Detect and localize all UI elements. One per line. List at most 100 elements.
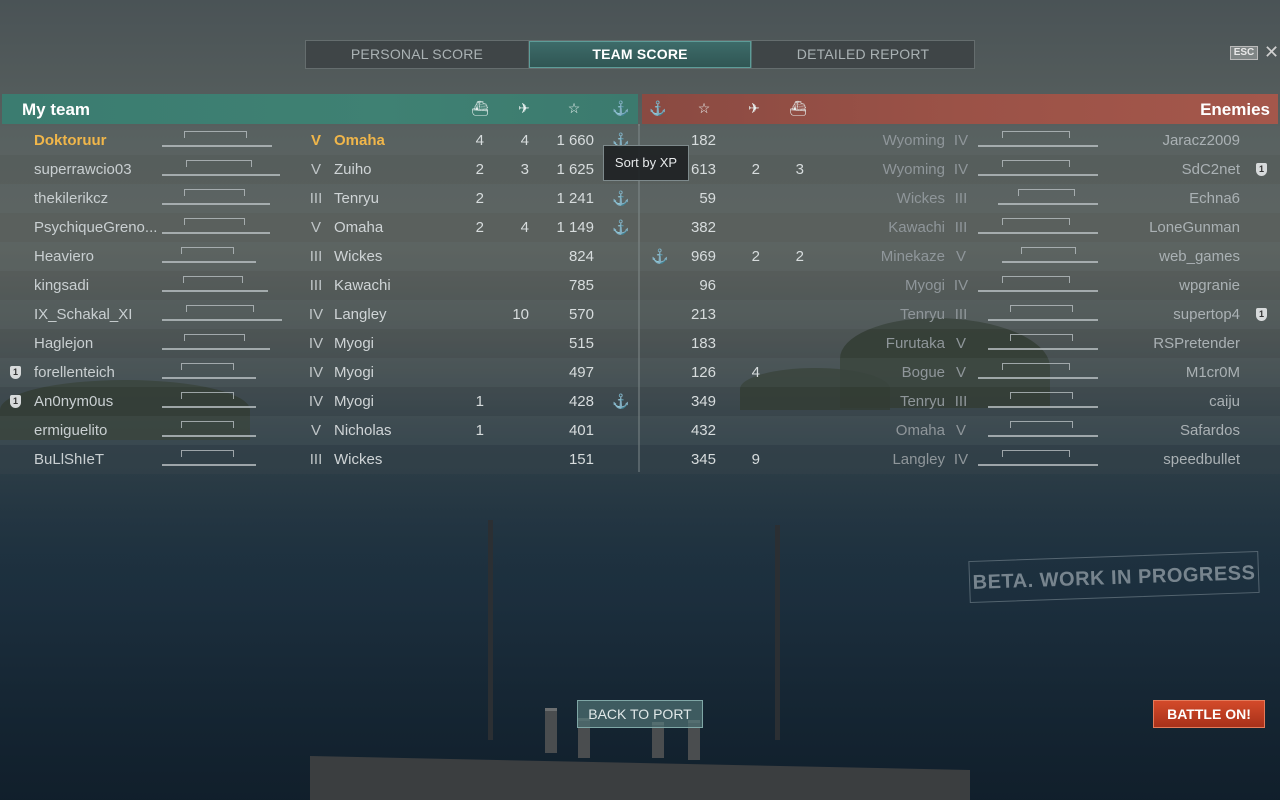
player-name: forellenteich xyxy=(34,364,115,381)
ship-silhouette-icon xyxy=(162,160,280,176)
sea-background xyxy=(0,470,1280,800)
ship-silhouette-icon xyxy=(978,218,1098,234)
player-name: caiju xyxy=(1209,393,1240,410)
xp-value: 96 xyxy=(699,277,716,294)
ship-tier: V xyxy=(310,161,321,178)
ship-silhouette-icon xyxy=(162,363,256,379)
ship-name: Tenryu xyxy=(899,393,945,410)
planes-destroyed-icon[interactable]: ✈ xyxy=(512,100,536,117)
back-to-port-button[interactable]: BACK TO PORT xyxy=(577,700,703,728)
ship-tier: III xyxy=(954,190,968,207)
xp-value: 1 625 xyxy=(556,161,594,178)
ship-name: Wyoming xyxy=(882,161,945,178)
table-row[interactable]: PsychiqueGreno... V Omaha 2 4 1 149 ⚓ 382 Kawach… xyxy=(0,213,1280,242)
ship-tier: IV xyxy=(308,364,324,381)
ship-name: Myogi xyxy=(904,277,945,294)
planes-destroyed-value: 10 xyxy=(512,306,529,323)
ship-name: Wickes xyxy=(896,190,945,207)
ship-tier: III xyxy=(954,393,968,410)
score-tabs: PERSONAL SCORE TEAM SCORE DETAILED REPOR… xyxy=(305,40,975,69)
ship-name: Tenryu xyxy=(334,190,380,207)
ship-name: Bogue xyxy=(901,364,945,381)
xp-value: 824 xyxy=(568,248,594,265)
table-row[interactable]: kingsadi III Kawachi 785 96 Myogi IV wpgranie xyxy=(0,271,1280,300)
planes-destroyed-icon[interactable]: ✈ xyxy=(742,100,766,117)
anchor-icon[interactable]: ⚓ xyxy=(646,100,670,117)
xp-value: 126 xyxy=(690,364,716,381)
anchor-icon[interactable]: ⚓ xyxy=(609,100,633,117)
tab-personal-score[interactable]: PERSONAL SCORE xyxy=(306,41,529,68)
ship-name: Zuiho xyxy=(334,161,372,178)
table-row[interactable]: BuLlShIeT III Wickes 151 345 9 Langley IV speedb… xyxy=(0,445,1280,474)
xp-value: 59 xyxy=(699,190,716,207)
player-name: LoneGunman xyxy=(1149,219,1240,236)
planes-destroyed-value: 4 xyxy=(751,364,760,381)
tab-team-score[interactable]: TEAM SCORE xyxy=(529,41,752,68)
table-row[interactable]: Haglejon IV Myogi 515 183 Furutaka V RSPretende… xyxy=(0,329,1280,358)
player-name: speedbullet xyxy=(1163,451,1240,468)
xp-star-icon[interactable]: ☆ xyxy=(562,100,586,117)
ship-silhouette-icon xyxy=(162,305,282,321)
ship-silhouette-icon xyxy=(162,276,268,292)
xp-value: 345 xyxy=(690,451,716,468)
ship-tier: V xyxy=(955,364,966,381)
table-row[interactable]: IX_Schakal_XI IV Langley 10 570 213 Tenryu III s… xyxy=(0,300,1280,329)
division-badge-icon: 1 xyxy=(10,366,21,379)
ship-name: Myogi xyxy=(334,393,375,410)
xp-star-icon[interactable]: ☆ xyxy=(692,100,716,117)
xp-value: 428 xyxy=(568,393,594,410)
ship-silhouette-icon xyxy=(978,276,1098,292)
beta-watermark: BETA. WORK IN PROGRESS xyxy=(968,550,1260,604)
ship-mast-right xyxy=(775,525,780,740)
ships-destroyed-icon[interactable]: ⛴ xyxy=(786,100,810,117)
division-badge-icon: 1 xyxy=(1256,308,1267,321)
ship-name: Nicholas xyxy=(334,422,392,439)
xp-value: 1 660 xyxy=(556,132,594,149)
anchor-icon: ⚓ xyxy=(651,248,669,264)
table-row[interactable]: Heaviero III Wickes 824 ⚓ 969 2 2 Minekaze Vweb_g… xyxy=(0,242,1280,271)
player-name: ermiguelito xyxy=(34,422,108,439)
ship-tier: IV xyxy=(308,306,324,323)
anchor-icon: ⚓ xyxy=(612,219,630,235)
table-row[interactable]: ermiguelito V Nicholas 1 401 432 Omaha V Safardo… xyxy=(0,416,1280,445)
ship-name: Wickes xyxy=(334,451,383,468)
tab-detailed-report[interactable]: DETAILED REPORT xyxy=(752,41,974,68)
ship-tier: IV xyxy=(953,161,969,178)
ship-tier: IV xyxy=(308,335,324,352)
player-name: kingsadi xyxy=(34,277,90,294)
planes-destroyed-value: 4 xyxy=(520,219,529,236)
xp-value: 497 xyxy=(568,364,594,381)
table-row[interactable]: thekilerikcz III Tenryu 2 1 241 ⚓ 59 Wickes III E… xyxy=(0,184,1280,213)
ship-tier: V xyxy=(310,219,321,236)
ships-destroyed-icon[interactable]: ⛴ xyxy=(468,100,492,117)
ship-tier: III xyxy=(309,277,323,294)
ship-silhouette-icon xyxy=(162,218,270,234)
xp-value: 1 149 xyxy=(556,219,594,236)
xp-value: 183 xyxy=(690,335,716,352)
my-team-title: My team xyxy=(22,100,91,119)
close-icon[interactable]: ✕ xyxy=(1264,43,1279,61)
player-name: BuLlShIeT xyxy=(34,451,105,468)
player-name: Heaviero xyxy=(34,248,95,265)
xp-value: 151 xyxy=(568,451,594,468)
enemies-title: Enemies xyxy=(1200,100,1270,119)
player-name: An0nym0us xyxy=(34,393,114,410)
player-name: Jaracz2009 xyxy=(1162,132,1240,149)
player-name: PsychiqueGreno... xyxy=(34,219,158,236)
table-row[interactable]: 1 An0nym0us IV Myogi 1 428 ⚓ 349 Tenryu III caiju xyxy=(0,387,1280,416)
ship-silhouette-icon xyxy=(988,392,1098,408)
esc-key-hint[interactable]: ESC xyxy=(1230,46,1258,60)
player-name: web_games xyxy=(1159,248,1240,265)
anchor-icon: ⚓ xyxy=(612,393,630,409)
ship-name: Myogi xyxy=(334,335,375,352)
xp-value: 1 241 xyxy=(556,190,594,207)
planes-destroyed-value: 9 xyxy=(751,451,760,468)
ship-name: Minekaze xyxy=(880,248,945,265)
ship-name: Omaha xyxy=(895,422,945,439)
battle-on-button[interactable]: BATTLE ON! xyxy=(1153,700,1265,728)
ship-tier: V xyxy=(955,422,966,439)
player-name: Safardos xyxy=(1179,422,1240,439)
ship-silhouette-icon xyxy=(978,131,1098,147)
table-row[interactable]: 1 forellenteich IV Myogi 497 126 4 Bogue V M1cr0M xyxy=(0,358,1280,387)
player-name: superrawcio03 xyxy=(34,161,132,178)
